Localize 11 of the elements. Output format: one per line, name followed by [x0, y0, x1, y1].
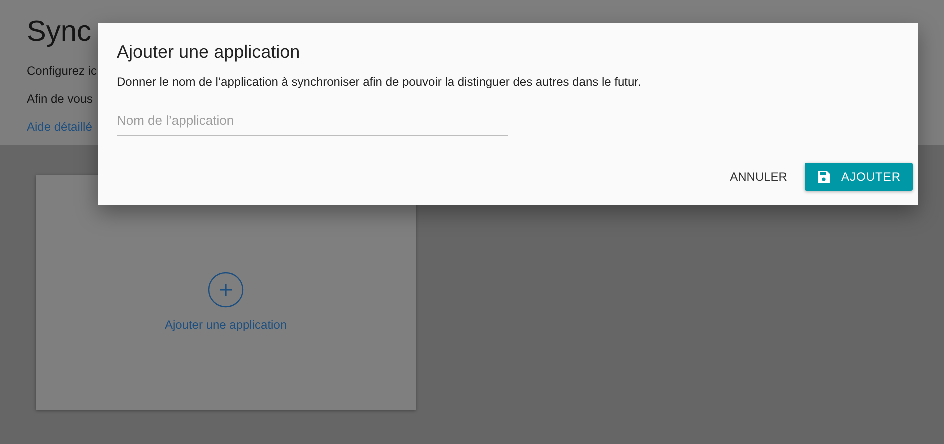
help-link[interactable]: Aide détaillé	[27, 118, 92, 136]
intro-text: Configurez ic	[27, 63, 98, 80]
add-button[interactable]: AJOUTER	[805, 163, 913, 191]
intro-text: Afin de vous	[27, 91, 94, 108]
page-title: Sync	[27, 15, 92, 50]
application-name-field[interactable]: Nom de l’application	[117, 106, 508, 136]
dialog-title: Ajouter une application	[117, 41, 300, 64]
dialog-description: Donner le nom de l’application à synchroniser afin de pouvoir la distinguer des autres dans le futur.	[117, 74, 642, 90]
add-application-label: Ajouter une application	[164, 316, 288, 334]
plus-circle-icon	[208, 272, 244, 308]
cancel-button[interactable]: ANNULER	[724, 163, 794, 191]
